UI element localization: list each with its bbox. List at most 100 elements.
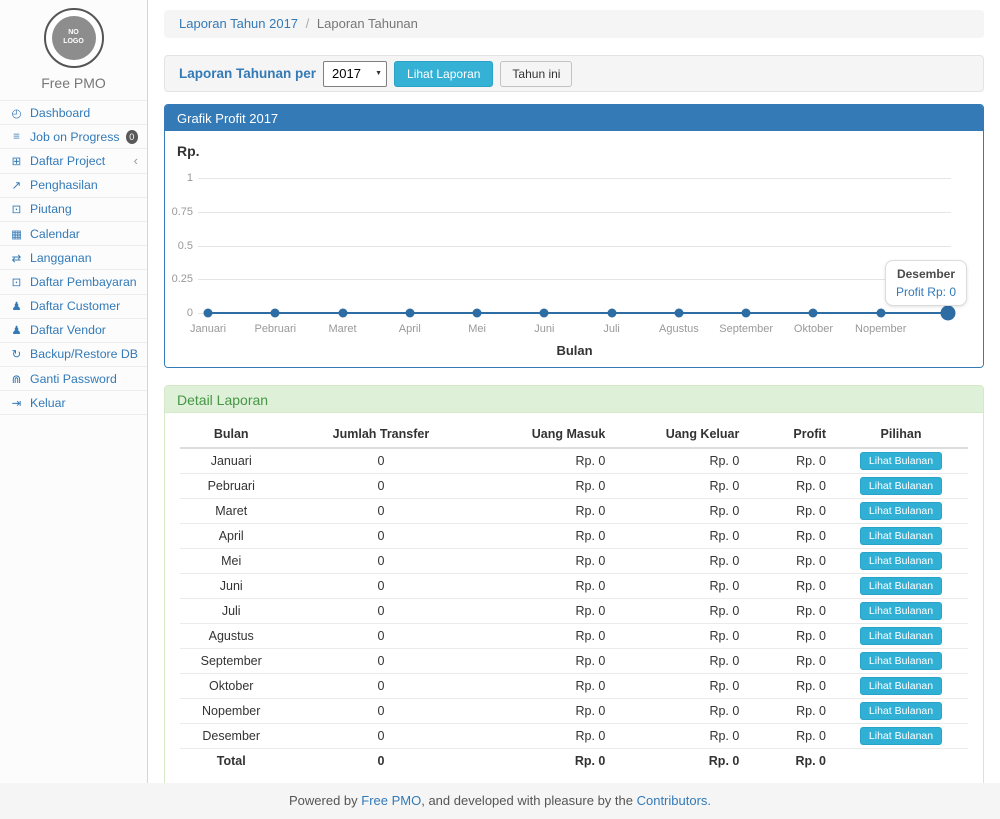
lihat-bulanan-button[interactable]: Lihat Bulanan <box>860 477 942 495</box>
sidebar-item-daftar-vendor[interactable]: ♟Daftar Vendor <box>0 319 147 343</box>
report-table-body: Januari0Rp. 0Rp. 0Rp. 0Lihat BulananPebr… <box>180 448 968 749</box>
sidebar-menu: ◴Dashboard≡Job on Progress0⊞Daftar Proje… <box>0 100 147 415</box>
sidebar-item-daftar-project[interactable]: ⊞Daftar Project‹ <box>0 149 147 173</box>
cell-uang-keluar: Rp. 0 <box>613 674 747 699</box>
lihat-bulanan-button[interactable]: Lihat Bulanan <box>860 452 942 470</box>
cell-jumlah-transfer: 0 <box>282 599 479 624</box>
cell-uang-masuk: Rp. 0 <box>479 624 613 649</box>
cell-jumlah-transfer: 0 <box>282 699 479 724</box>
lihat-bulanan-button[interactable]: Lihat Bulanan <box>860 602 942 620</box>
cell-pilihan: Lihat Bulanan <box>834 574 968 599</box>
cell-uang-keluar: Rp. 0 <box>613 699 747 724</box>
brand-name: Free PMO <box>0 75 147 91</box>
grid-line <box>198 212 951 213</box>
footer-contributors-link[interactable]: Contributors. <box>637 793 711 808</box>
sidebar-item-backup-restore-db[interactable]: ↻Backup/Restore DB <box>0 343 147 367</box>
cell-pilihan: Lihat Bulanan <box>834 699 968 724</box>
breadcrumb: Laporan Tahun 2017 / Laporan Tahunan <box>164 10 984 38</box>
sidebar-item-langganan[interactable]: ⇄Langganan <box>0 246 147 270</box>
lihat-bulanan-button[interactable]: Lihat Bulanan <box>860 577 942 595</box>
lihat-bulanan-button[interactable]: Lihat Bulanan <box>860 702 942 720</box>
view-report-button[interactable]: Lihat Laporan <box>394 61 493 87</box>
sidebar-item-daftar-pembayaran[interactable]: ⊡Daftar Pembayaran <box>0 270 147 294</box>
cell-uang-keluar: Rp. 0 <box>613 524 747 549</box>
sidebar-item-penghasilan[interactable]: ↗Penghasilan <box>0 174 147 198</box>
sidebar-item-piutang[interactable]: ⊡Piutang <box>0 198 147 222</box>
table-row-juli: Juli0Rp. 0Rp. 0Rp. 0Lihat Bulanan <box>180 599 968 624</box>
sidebar-item-daftar-customer[interactable]: ♟Daftar Customer <box>0 295 147 319</box>
sign-out-icon: ⇥ <box>9 396 24 410</box>
footer-prefix: Powered by <box>289 793 361 808</box>
lihat-bulanan-button[interactable]: Lihat Bulanan <box>860 502 942 520</box>
data-point-juni[interactable] <box>540 309 549 318</box>
breadcrumb-link[interactable]: Laporan Tahun 2017 <box>179 16 298 31</box>
footer-middle: , and developed with pleasure by the <box>421 793 636 808</box>
table-row-mei: Mei0Rp. 0Rp. 0Rp. 0Lihat Bulanan <box>180 549 968 574</box>
total-row: Total 0 Rp. 0 Rp. 0 Rp. 0 <box>180 749 968 773</box>
sidebar-item-keluar[interactable]: ⇥ Keluar <box>0 391 147 415</box>
cell-pilihan: Lihat Bulanan <box>834 549 968 574</box>
data-point-mei[interactable] <box>473 309 482 318</box>
breadcrumb-current: Laporan Tahunan <box>317 16 418 31</box>
sidebar-item-dashboard[interactable]: ◴Dashboard <box>0 101 147 125</box>
page: NO LOGO Free PMO ◴Dashboard≡Job on Progr… <box>0 0 1000 819</box>
footer-brand-link[interactable]: Free PMO <box>361 793 421 808</box>
users-icon: ♟ <box>9 299 24 313</box>
this-year-button[interactable]: Tahun ini <box>500 61 572 87</box>
dashboard-icon: ◴ <box>9 106 24 120</box>
data-point-oktober[interactable] <box>809 309 818 318</box>
sidebar-item-job-on-progress[interactable]: ≡Job on Progress0 <box>0 125 147 149</box>
tooltip-month: Desember <box>896 267 956 281</box>
logo-text: NO LOGO <box>61 29 87 47</box>
cell-uang-keluar: Rp. 0 <box>613 448 747 474</box>
table-row-pebruari: Pebruari0Rp. 0Rp. 0Rp. 0Lihat Bulanan <box>180 474 968 499</box>
header-uang-masuk: Uang Masuk <box>479 421 613 448</box>
header-jumlah-transfer: Jumlah Transfer <box>282 421 479 448</box>
profit-chart-panel: Grafik Profit 2017 Rp. 10.750.50.250 Jan… <box>164 104 984 368</box>
cell-bulan: Maret <box>180 499 282 524</box>
data-point-pebruari[interactable] <box>271 309 280 318</box>
cell-pilihan: Lihat Bulanan <box>834 448 968 474</box>
lihat-bulanan-button[interactable]: Lihat Bulanan <box>860 727 942 745</box>
sidebar-item-ganti-password[interactable]: ⋒Ganti Password <box>0 367 147 391</box>
retweet-icon: ⇄ <box>9 251 24 265</box>
grid-line <box>198 279 951 280</box>
data-point-agustus[interactable] <box>674 309 683 318</box>
x-tick-label: Mei <box>468 323 486 335</box>
cell-jumlah-transfer: 0 <box>282 574 479 599</box>
cell-bulan: Juni <box>180 574 282 599</box>
lihat-bulanan-button[interactable]: Lihat Bulanan <box>860 652 942 670</box>
table-row-januari: Januari0Rp. 0Rp. 0Rp. 0Lihat Bulanan <box>180 448 968 474</box>
cell-pilihan: Lihat Bulanan <box>834 649 968 674</box>
year-select[interactable]: 2017 <box>323 61 387 87</box>
sidebar-item-calendar[interactable]: ▦Calendar <box>0 222 147 246</box>
lihat-bulanan-button[interactable]: Lihat Bulanan <box>860 677 942 695</box>
data-point-juli[interactable] <box>607 309 616 318</box>
lihat-bulanan-button[interactable]: Lihat Bulanan <box>860 552 942 570</box>
data-point-januari[interactable] <box>204 309 213 318</box>
data-point-nopember[interactable] <box>876 309 885 318</box>
x-tick-label: April <box>399 323 421 335</box>
cell-profit: Rp. 0 <box>747 724 834 749</box>
lihat-bulanan-button[interactable]: Lihat Bulanan <box>860 627 942 645</box>
data-point-september[interactable] <box>742 309 751 318</box>
sidebar-item-label: Keluar <box>30 396 66 410</box>
cell-jumlah-transfer: 0 <box>282 474 479 499</box>
logo[interactable]: NO LOGO <box>44 8 104 68</box>
table-icon: ⊞ <box>9 154 24 168</box>
detail-panel-title: Detail Laporan <box>165 386 983 413</box>
detail-panel-body: Bulan Jumlah Transfer Uang Masuk Uang Ke… <box>165 413 983 789</box>
sidebar-item-label: Daftar Vendor <box>30 323 106 337</box>
cell-bulan: Nopember <box>180 699 282 724</box>
cell-profit: Rp. 0 <box>747 448 834 474</box>
total-jumlah: 0 <box>282 749 479 773</box>
grid-line <box>198 246 951 247</box>
data-point-desember[interactable] <box>941 306 956 321</box>
chevron-left-icon: ‹ <box>134 153 138 168</box>
cell-uang-keluar: Rp. 0 <box>613 499 747 524</box>
data-point-april[interactable] <box>405 309 414 318</box>
lihat-bulanan-button[interactable]: Lihat Bulanan <box>860 527 942 545</box>
cell-profit: Rp. 0 <box>747 574 834 599</box>
data-point-maret[interactable] <box>338 309 347 318</box>
refresh-icon: ↻ <box>9 347 24 361</box>
